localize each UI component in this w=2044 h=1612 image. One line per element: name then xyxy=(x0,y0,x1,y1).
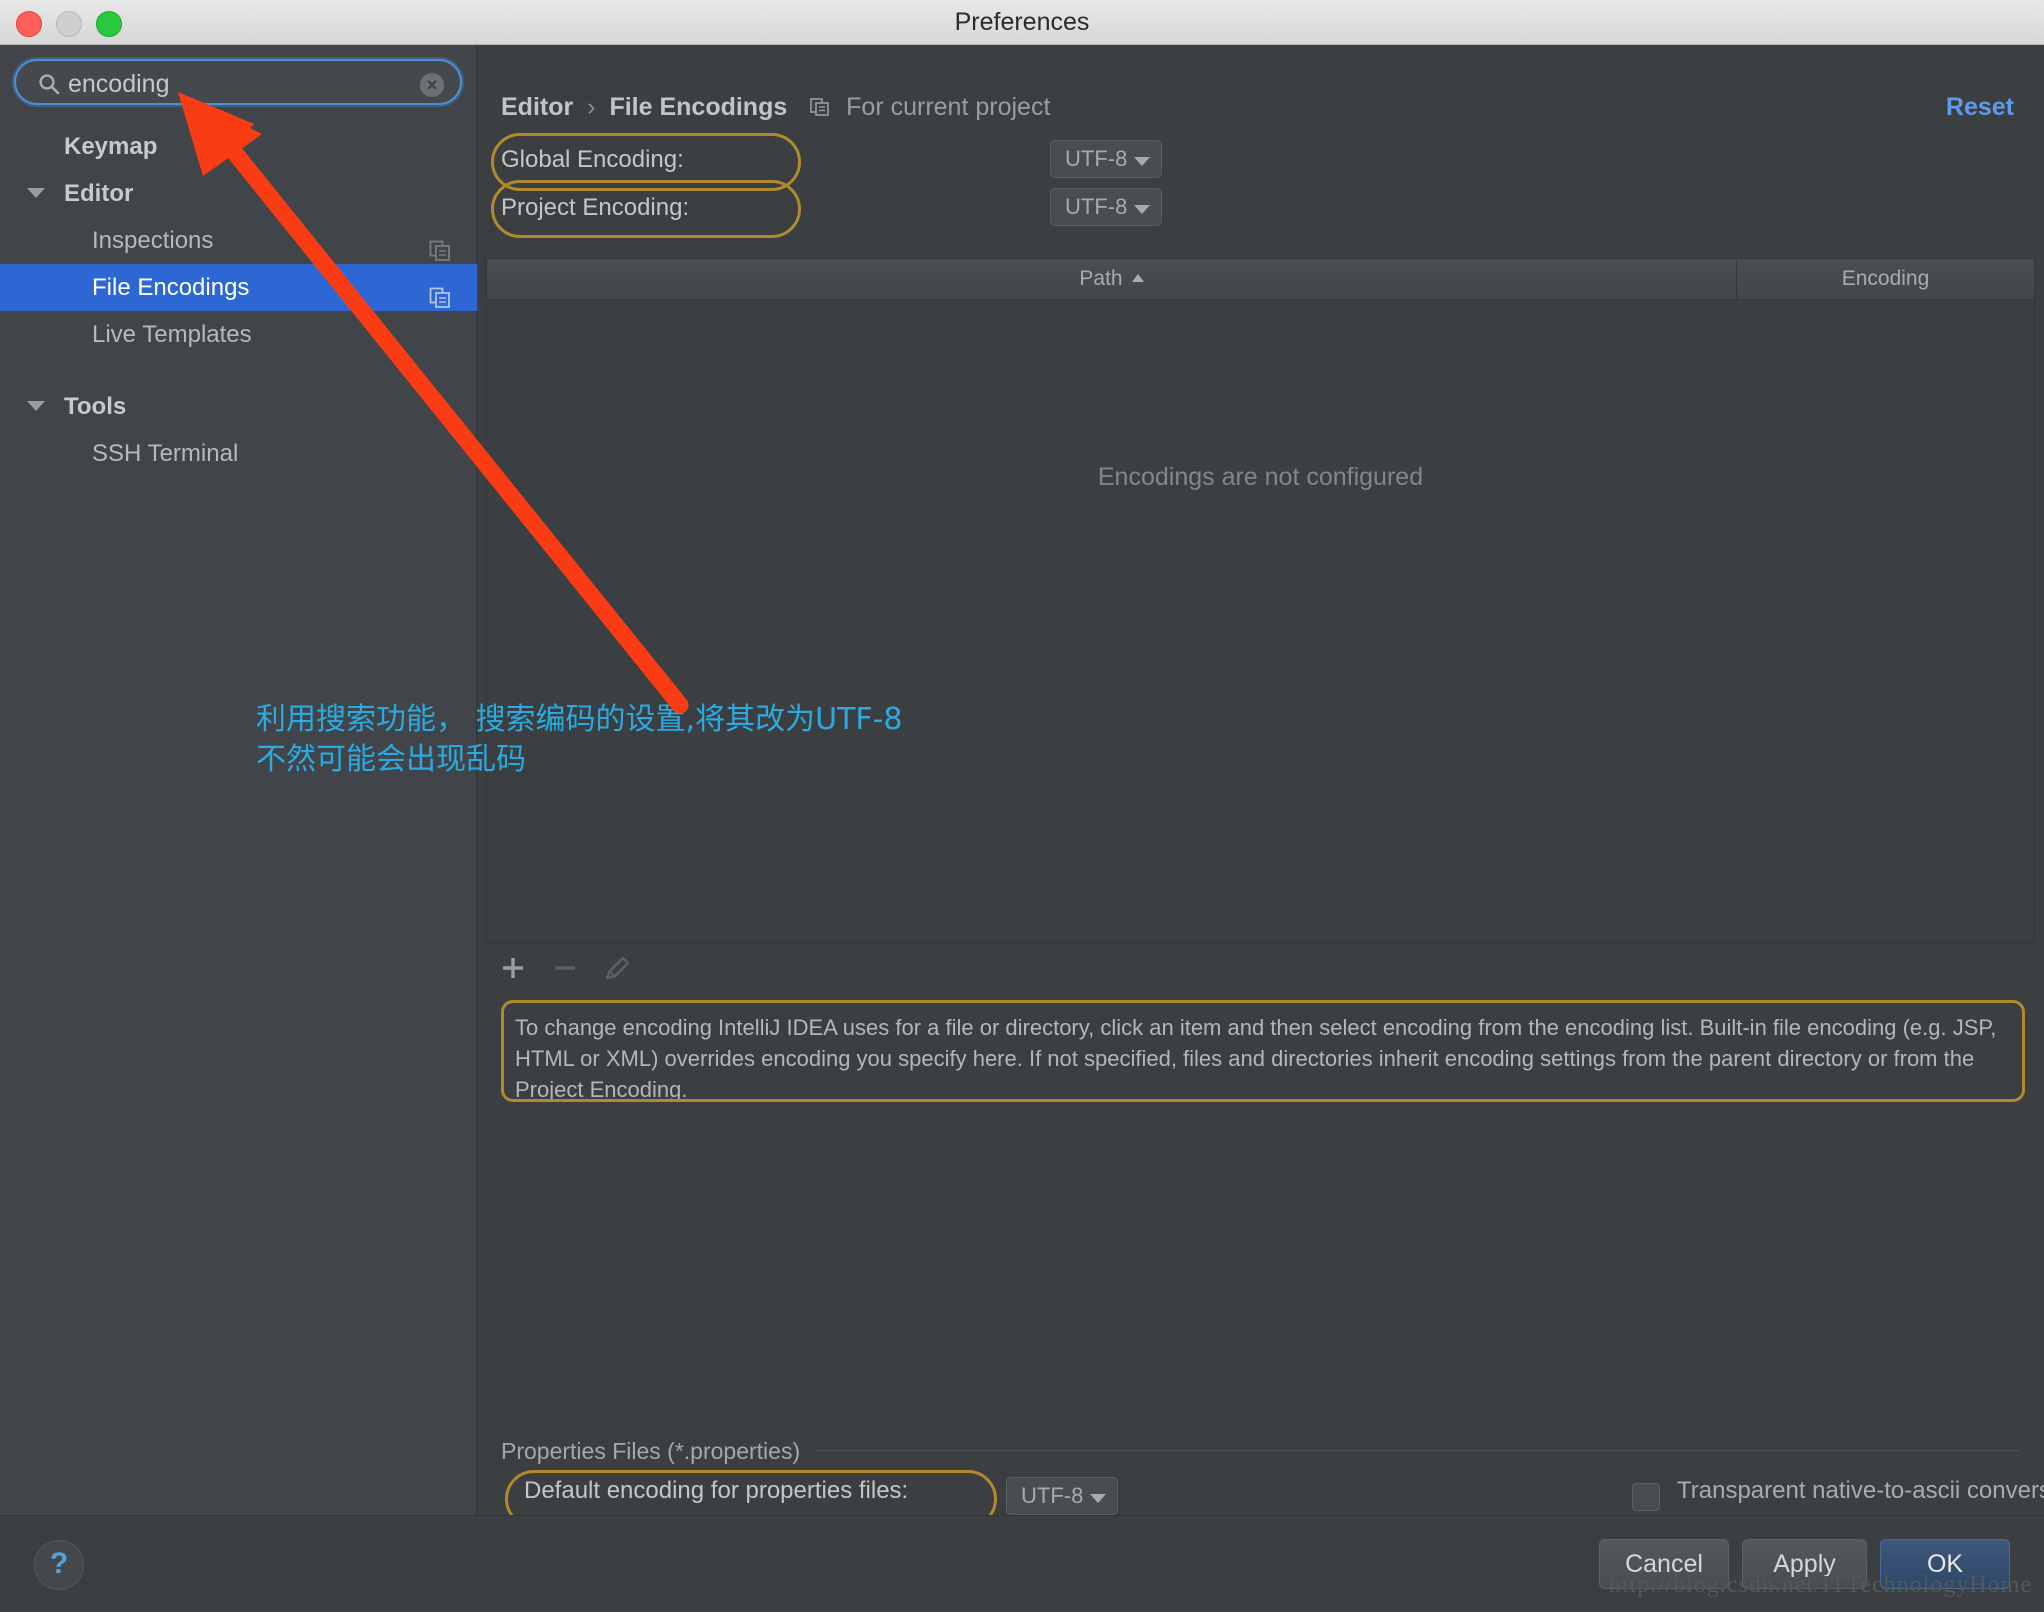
project-encoding-row: Project Encoding: xyxy=(501,188,801,228)
preferences-window: Preferences encoding × Keymap Editor Ins… xyxy=(0,0,2044,1612)
search-field-wrapper: encoding × xyxy=(14,59,462,105)
main-panel: Editor › File Encodings For current proj… xyxy=(477,45,2044,1528)
project-encoding-select[interactable]: UTF-8 xyxy=(1050,188,1163,226)
column-header-encoding[interactable]: Encoding xyxy=(1737,259,2034,299)
scope-label: For current project xyxy=(846,93,1051,121)
clear-search-icon[interactable]: × xyxy=(420,73,444,97)
search-input[interactable]: encoding × xyxy=(14,59,462,105)
watermark: http://blog.csdn.net/ITTechnologyHome xyxy=(1608,1572,2032,1598)
chevron-down-icon[interactable] xyxy=(27,401,45,411)
global-encoding-label: Global Encoding: xyxy=(501,146,684,173)
default-properties-encoding-label: Default encoding for properties files: xyxy=(524,1477,909,1504)
help-button[interactable]: ? xyxy=(34,1540,84,1590)
column-header-path-label: Path xyxy=(1079,267,1123,290)
chevron-down-icon xyxy=(1134,157,1151,166)
transparent-native-to-ascii-label[interactable]: Transparent native-to-ascii conversion xyxy=(1677,1477,2044,1505)
global-encoding-row: Global Encoding: xyxy=(501,140,801,180)
reset-link[interactable]: Reset xyxy=(1946,93,2014,122)
sidebar-item-label: Keymap xyxy=(64,133,158,160)
encodings-table-body[interactable]: Encodings are not configured xyxy=(486,300,2035,943)
empty-state-message: Encodings are not configured xyxy=(1097,463,1424,491)
settings-sidebar: encoding × Keymap Editor Inspections Fil… xyxy=(0,45,477,1515)
properties-encoding-select[interactable]: UTF-8 xyxy=(1006,1477,1119,1515)
chevron-down-icon xyxy=(1090,1494,1107,1503)
sidebar-item-label: SSH Terminal xyxy=(92,440,239,467)
breadcrumb-editor[interactable]: Editor xyxy=(501,93,573,121)
add-encoding-button[interactable] xyxy=(496,951,530,985)
chevron-down-icon[interactable] xyxy=(27,188,45,198)
sidebar-item-file-encodings[interactable]: File Encodings xyxy=(0,264,477,311)
sidebar-item-ssh-terminal[interactable]: SSH Terminal xyxy=(0,430,477,477)
table-toolbar xyxy=(486,943,2035,991)
sidebar-item-label: Inspections xyxy=(92,227,214,254)
chevron-down-icon xyxy=(1134,205,1151,214)
sidebar-item-label: Editor xyxy=(64,180,134,207)
project-encoding-label: Project Encoding: xyxy=(501,194,690,221)
sidebar-item-inspections[interactable]: Inspections xyxy=(0,217,477,264)
encodings-table-header: Path Encoding xyxy=(486,258,2035,300)
breadcrumb: Editor › File Encodings For current proj… xyxy=(501,93,1050,122)
edit-pencil-icon[interactable] xyxy=(600,951,634,985)
annotation-line-1: 利用搜索功能， 搜索编码的设置,将其改为UTF-8 xyxy=(256,702,903,737)
sidebar-item-label: File Encodings xyxy=(92,274,250,301)
transparent-native-to-ascii-checkbox[interactable] xyxy=(1632,1483,1660,1511)
sidebar-item-tools[interactable]: Tools xyxy=(0,383,477,430)
annotation-text: 利用搜索功能， 搜索编码的设置,将其改为UTF-8 不然可能会出现乱码 xyxy=(256,700,903,780)
sidebar-item-editor[interactable]: Editor xyxy=(0,170,477,217)
sidebar-item-label: Live Templates xyxy=(92,321,252,348)
project-scope-icon xyxy=(810,95,830,116)
column-header-encoding-label: Encoding xyxy=(1841,267,1930,290)
sidebar-item-live-templates[interactable]: Live Templates xyxy=(0,311,477,358)
remove-encoding-button[interactable] xyxy=(548,951,582,985)
column-header-path[interactable]: Path xyxy=(487,259,1737,299)
window-title: Preferences xyxy=(954,8,1090,36)
global-encoding-value: UTF-8 xyxy=(1065,146,1128,171)
breadcrumb-file-encodings: File Encodings xyxy=(609,93,788,121)
search-icon xyxy=(38,73,60,95)
encoding-description-text: To change encoding IntelliJ IDEA uses fo… xyxy=(515,1015,1997,1103)
sort-ascending-icon xyxy=(1131,274,1144,282)
global-encoding-select[interactable]: UTF-8 xyxy=(1050,140,1163,178)
breadcrumb-separator: › xyxy=(587,93,596,121)
settings-tree: Keymap Editor Inspections File Encodings… xyxy=(0,123,477,477)
sidebar-item-keymap[interactable]: Keymap xyxy=(0,123,477,170)
search-input-value: encoding xyxy=(68,70,170,98)
copy-settings-icon[interactable] xyxy=(429,231,451,261)
properties-group-title: Properties Files (*.properties) xyxy=(501,1438,815,1465)
properties-encoding-value: UTF-8 xyxy=(1021,1483,1084,1508)
annotation-line-2: 不然可能会出现乱码 xyxy=(256,741,526,777)
project-encoding-value: UTF-8 xyxy=(1065,194,1128,219)
sidebar-item-label: Tools xyxy=(64,393,127,420)
title-bar: Preferences xyxy=(0,0,2044,45)
copy-settings-icon[interactable] xyxy=(429,278,451,308)
